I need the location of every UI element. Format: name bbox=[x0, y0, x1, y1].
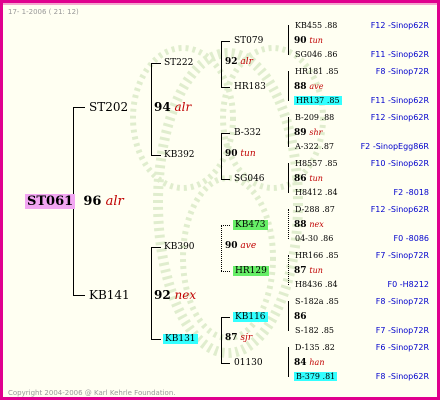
gen4-name[interactable]: KB455 .88 bbox=[295, 21, 337, 30]
gen3-name[interactable]: HR129 bbox=[233, 266, 269, 276]
gen3-score: 86 tun bbox=[294, 174, 323, 184]
connector bbox=[288, 209, 289, 239]
connector bbox=[151, 339, 161, 340]
gen1-name[interactable]: ST202 bbox=[89, 100, 128, 114]
gen4-line: F10 -Sinop62R bbox=[370, 159, 429, 168]
gen4-name[interactable]: H8412 .84 bbox=[295, 188, 338, 197]
gen3-name[interactable]: HR183 bbox=[234, 82, 266, 92]
gen4-line: F0 -H8212 bbox=[387, 280, 430, 289]
gen4-name[interactable]: S-182 .85 bbox=[295, 326, 334, 335]
connector bbox=[221, 133, 230, 134]
gen4-line: F8 -Sinop62R bbox=[375, 372, 429, 381]
gen4-name[interactable]: D-288 .87 bbox=[295, 205, 335, 214]
gen2-name[interactable]: KB131 bbox=[163, 334, 198, 344]
root-value: 96 bbox=[83, 194, 102, 209]
gen4-line: F8 -Sinop72R bbox=[375, 67, 429, 76]
root-tag: alr bbox=[105, 194, 124, 209]
gen2-score: 87 sjr bbox=[225, 333, 253, 343]
root-name: ST061 bbox=[25, 194, 76, 209]
gen3-score: 84 han bbox=[294, 358, 325, 368]
gen4-name[interactable]: HR181 .85 bbox=[295, 67, 339, 76]
gen4-line: F2 -SinopEgg86R bbox=[360, 142, 429, 151]
gen2-name[interactable]: KB392 bbox=[164, 150, 195, 160]
gen3-score: 88 ave bbox=[294, 82, 324, 92]
gen4-line: F8 -Sinop72R bbox=[375, 297, 429, 306]
gen4-line: F0 -8086 bbox=[393, 234, 429, 243]
connector bbox=[221, 363, 230, 364]
gen3-score: 86 bbox=[294, 312, 307, 322]
gen4-line: F6 -Sinop72R bbox=[375, 343, 429, 352]
header-date: 17- 1-2006 ( 21: 12) bbox=[8, 8, 79, 16]
gen1-name[interactable]: KB141 bbox=[89, 288, 130, 302]
connector bbox=[288, 255, 289, 285]
connector bbox=[221, 317, 230, 318]
connector bbox=[151, 247, 161, 248]
root-queen[interactable]: ST061 96 alr bbox=[25, 194, 124, 209]
connector bbox=[221, 225, 222, 271]
connector bbox=[151, 155, 161, 156]
connector bbox=[151, 63, 161, 64]
connector bbox=[288, 71, 289, 101]
gen4-name[interactable]: B-209 .88 bbox=[295, 113, 334, 122]
gen3-name[interactable]: KB473 bbox=[233, 220, 268, 230]
pedigree-page: 17- 1-2006 ( 21: 12) Copyright 2004-2006… bbox=[0, 0, 440, 400]
gen4-line: F12 -Sinop62R bbox=[370, 205, 429, 214]
gen2-score: 92 alr bbox=[225, 57, 253, 67]
connector bbox=[73, 107, 85, 108]
gen4-line: F7 -Sinop72R bbox=[375, 251, 429, 260]
gen2-name[interactable]: ST222 bbox=[164, 58, 193, 68]
connector bbox=[288, 301, 289, 331]
connector bbox=[288, 117, 289, 147]
gen4-name[interactable]: H8557 .85 bbox=[295, 159, 338, 168]
gen2-score: 90 tun bbox=[225, 149, 256, 159]
connector bbox=[221, 317, 222, 363]
gen4-line: F7 -Sinop72R bbox=[375, 326, 429, 335]
gen3-name[interactable]: KB116 bbox=[233, 312, 268, 322]
gen4-name[interactable]: D-135 .82 bbox=[295, 343, 335, 352]
gen3-name[interactable]: ST079 bbox=[234, 36, 263, 46]
gen1-score: 94 alr bbox=[154, 100, 192, 114]
gen4-line: F11 -Sinop62R bbox=[370, 50, 429, 59]
gen4-line: F12 -Sinop62R bbox=[370, 21, 429, 30]
gen2-score: 90 ave bbox=[225, 241, 257, 251]
connector bbox=[221, 133, 222, 179]
gen4-name[interactable]: S-182a .85 bbox=[295, 297, 339, 306]
gen4-line: F12 -Sinop62R bbox=[370, 113, 429, 122]
gen4-name[interactable]: HR137 .85 bbox=[294, 96, 342, 105]
connector bbox=[151, 247, 152, 339]
connector bbox=[288, 25, 289, 55]
connector bbox=[221, 225, 230, 226]
gen1-score: 92 nex bbox=[154, 288, 197, 302]
gen4-line: F11 -Sinop62R bbox=[370, 96, 429, 105]
connector bbox=[221, 179, 230, 180]
gen3-score: 90 tun bbox=[294, 36, 323, 46]
gen4-name[interactable]: HR166 .85 bbox=[295, 251, 339, 260]
connector bbox=[221, 41, 222, 87]
gen2-name[interactable]: KB390 bbox=[164, 242, 195, 252]
gen4-name[interactable]: H8436 .84 bbox=[295, 280, 338, 289]
gen3-score: 88 nex bbox=[294, 220, 324, 230]
connector bbox=[221, 87, 230, 88]
gen3-score: 87 tun bbox=[294, 266, 323, 276]
gen3-score: 89 shr bbox=[294, 128, 323, 138]
gen3-name[interactable]: 01130 bbox=[234, 358, 263, 368]
gen4-name[interactable]: A-322 .87 bbox=[295, 142, 334, 151]
gen4-name[interactable]: 04-30 .86 bbox=[295, 234, 333, 243]
connector bbox=[221, 271, 230, 272]
copyright-footer: Copyright 2004-2006 @ Karl Kehrle Founda… bbox=[8, 389, 176, 397]
connector bbox=[221, 41, 230, 42]
gen3-name[interactable]: SG046 bbox=[234, 174, 265, 184]
gen4-line: F2 -8018 bbox=[393, 188, 429, 197]
connector bbox=[288, 163, 289, 193]
connector bbox=[288, 347, 289, 377]
gen4-name[interactable]: B-379 .81 bbox=[294, 372, 338, 381]
gen3-name[interactable]: B-332 bbox=[234, 128, 261, 138]
gen4-name[interactable]: SG046 .86 bbox=[295, 50, 337, 59]
connector bbox=[151, 63, 152, 155]
connector bbox=[73, 295, 85, 296]
